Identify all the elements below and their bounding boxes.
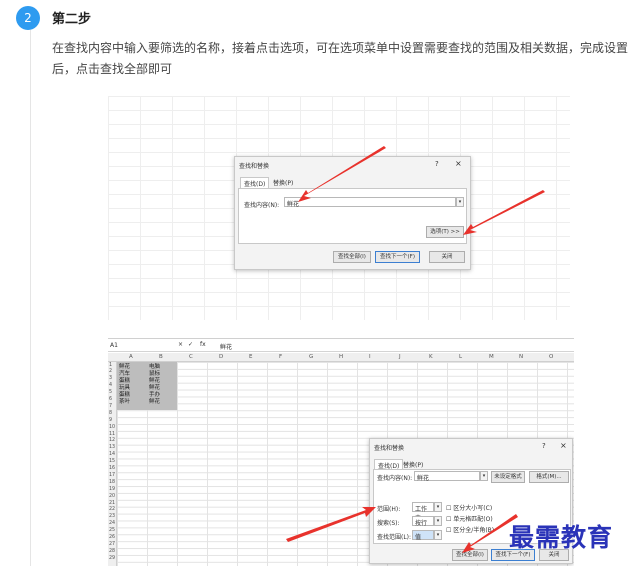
arrow-to-scope-options	[286, 507, 376, 542]
screenshot-find-dialog: 查找和替换 ? × 查找(D) 替换(P) 查找内容(N): 鲜花 ▾ 选项(T…	[108, 96, 570, 320]
arrow-annotations-2	[286, 507, 518, 553]
watermark: 最需教育	[509, 523, 614, 552]
arrow-to-options	[463, 190, 545, 235]
step-rail	[30, 30, 31, 566]
step-number-badge: 2	[16, 6, 40, 30]
screenshot-excel-sheet: A1 × ✓ fx 鲜花 ABCDEFGHIJKLMNO 1 2 3 4 5 6 7 8 9 10…	[108, 338, 574, 566]
arrow-annotations-1	[298, 146, 545, 235]
step-description: 在查找内容中输入要筛选的名称，接着点击选项，可在选项菜单中设置需要查找的范围及相…	[52, 41, 629, 76]
arrow-to-find-input	[298, 146, 386, 202]
step-title: 第二步	[52, 12, 92, 27]
